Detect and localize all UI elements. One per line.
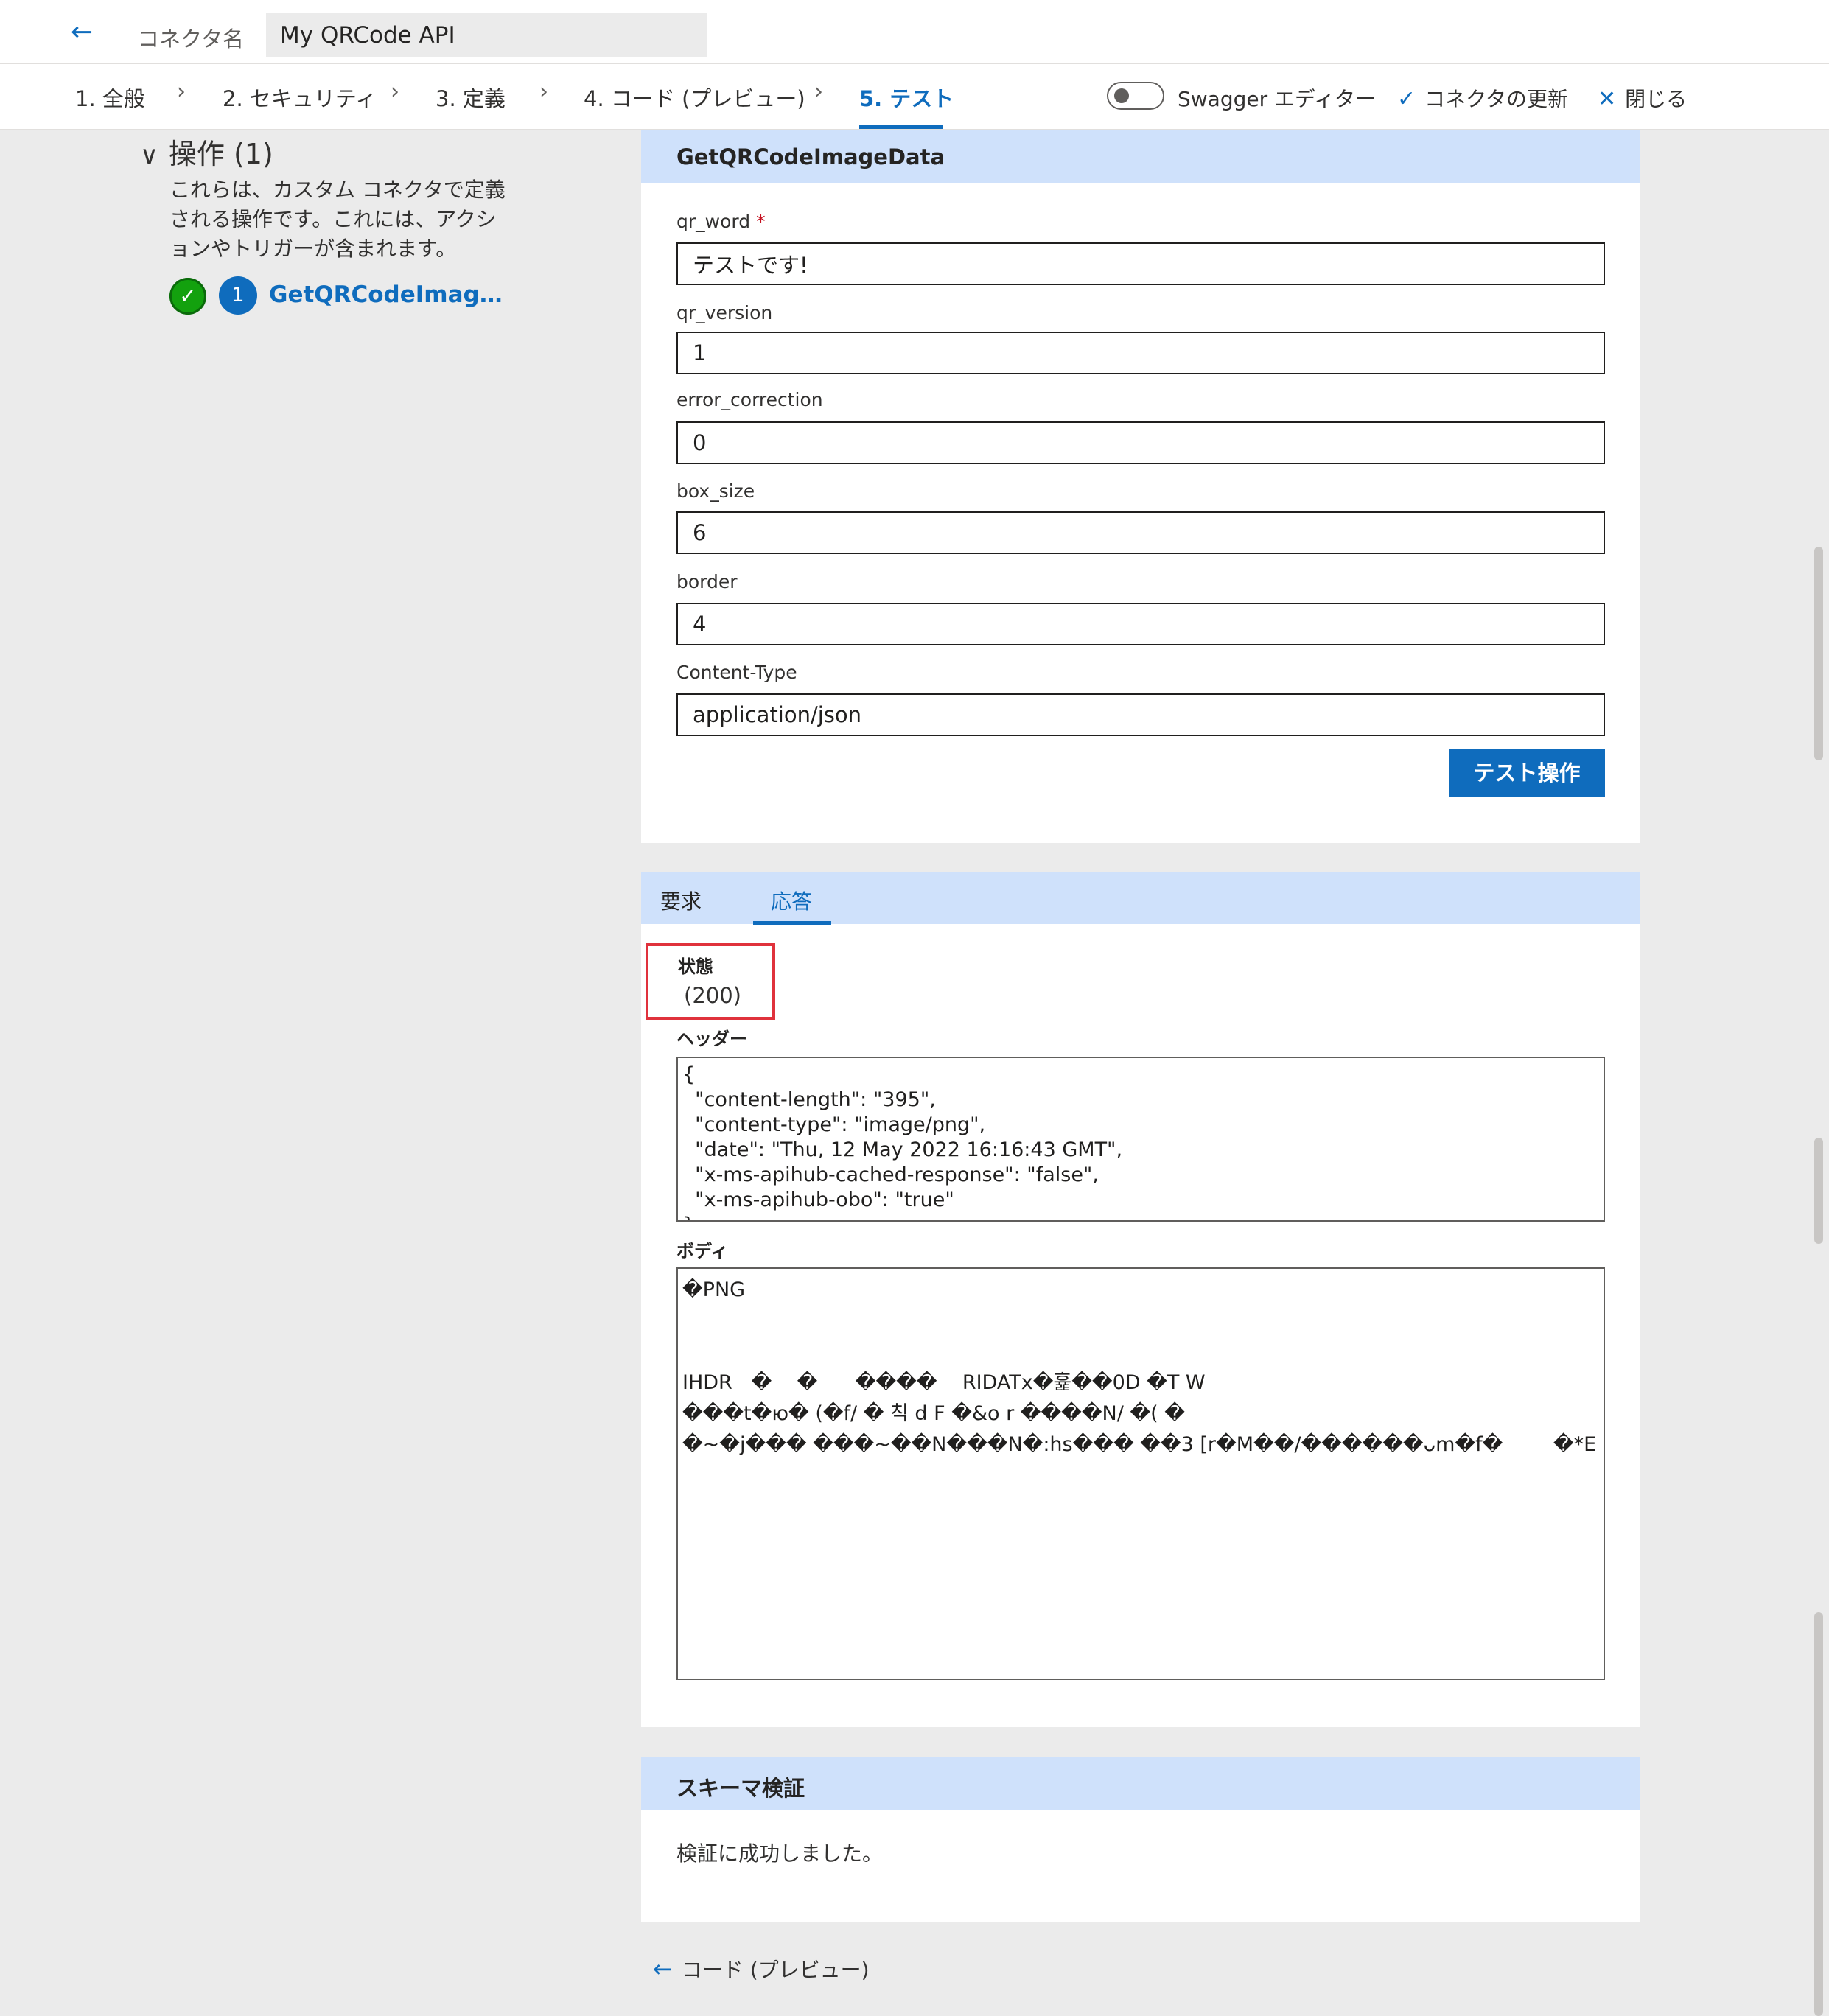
tab-response[interactable]: 応答 xyxy=(771,886,812,915)
status-value: (200) xyxy=(684,983,741,1008)
operations-description: これらは、カスタム コネクタで定義される操作です。これには、アクションやトリガー… xyxy=(169,178,506,261)
update-connector-label: コネクタの更新 xyxy=(1424,87,1569,111)
operation-title: GetQRCodeImageData xyxy=(676,144,945,169)
response-tabs: 要求 応答 xyxy=(641,872,1640,925)
back-arrow-icon[interactable]: ← xyxy=(71,18,100,47)
step-definition[interactable]: 3. 定義 xyxy=(436,82,506,113)
required-marker: * xyxy=(756,211,766,232)
operations-heading-text: 操作 (1) xyxy=(168,138,273,170)
status-label: 状態 xyxy=(678,956,713,977)
active-tab-indicator xyxy=(753,921,831,925)
active-step-indicator xyxy=(859,125,943,129)
card-header: GetQRCodeImageData xyxy=(641,130,1640,183)
response-card: 要求 応答 状態 (200) ヘッダー { "content-length": … xyxy=(641,872,1640,1727)
field-label-border: border xyxy=(676,571,738,592)
schema-header: スキーマ検証 xyxy=(641,1757,1640,1810)
close-label: 閉じる xyxy=(1625,87,1688,111)
schema-message: 検証に成功しました。 xyxy=(676,1841,884,1866)
test-operation-button[interactable]: テスト操作 xyxy=(1449,749,1605,797)
tab-request[interactable]: 要求 xyxy=(660,886,702,915)
chevron-right-icon: › xyxy=(814,79,823,105)
field-label-content-type: Content-Type xyxy=(676,662,797,683)
scrollbar-thumb[interactable] xyxy=(1814,1138,1823,1244)
body-text: �PNG IHDR � � ���� RIDATx�흁��0D �T W ���… xyxy=(682,1278,1597,1456)
border-input[interactable] xyxy=(676,603,1605,645)
close-icon: ✕ xyxy=(1598,86,1617,112)
success-check-icon: ✓ xyxy=(169,278,206,315)
error-correction-input[interactable] xyxy=(676,421,1605,464)
swagger-editor-toggle[interactable] xyxy=(1107,82,1164,110)
headers-text: { "content-length": "395", "content-type… xyxy=(682,1063,1123,1220)
scrollbar-thumb[interactable] xyxy=(1814,1612,1823,2016)
swagger-editor-label[interactable]: Swagger エディター xyxy=(1178,83,1376,113)
chevron-right-icon: › xyxy=(539,79,548,105)
operation-number-badge: 1 xyxy=(219,276,257,315)
content-type-input[interactable] xyxy=(676,693,1605,736)
field-label-box-size: box_size xyxy=(676,480,755,502)
qr-word-input[interactable] xyxy=(676,242,1605,285)
chevron-right-icon: › xyxy=(391,79,399,105)
headers-label: ヘッダー xyxy=(676,1029,747,1049)
test-operation-card: GetQRCodeImageData qr_word * qr_version … xyxy=(641,130,1640,843)
close-button[interactable]: ✕ 閉じる xyxy=(1598,83,1687,113)
back-arrow-icon: ← xyxy=(653,1955,673,1983)
connector-name-input[interactable] xyxy=(266,13,707,57)
operations-heading[interactable]: ∨ 操作 (1) xyxy=(140,131,273,172)
toggle-knob xyxy=(1114,88,1129,103)
back-to-code-preview-link[interactable]: ← コード (プレビュー) xyxy=(653,1954,870,1984)
body-label: ボディ xyxy=(676,1241,729,1261)
chevron-down-icon: ∨ xyxy=(140,141,158,170)
wizard-steps: 1. 全般 › 2. セキュリティ › 3. 定義 › 4. コード (プレビュ… xyxy=(0,64,1829,130)
scrollbar-thumb[interactable] xyxy=(1814,547,1823,760)
field-label-qr-word: qr_word * xyxy=(676,211,766,232)
step-code-preview[interactable]: 4. コード (プレビュー) xyxy=(584,82,805,113)
chevron-right-icon: › xyxy=(177,79,186,105)
field-label-qr-version: qr_version xyxy=(676,302,773,323)
headers-textarea[interactable]: { "content-length": "395", "content-type… xyxy=(676,1057,1605,1222)
step-general[interactable]: 1. 全般 xyxy=(75,82,145,113)
connector-name-label: コネクタ名 xyxy=(138,27,244,52)
box-size-input[interactable] xyxy=(676,511,1605,554)
top-bar: ← コネクタ名 xyxy=(0,0,1829,64)
schema-title: スキーマ検証 xyxy=(676,1776,805,1801)
checkmark-icon: ✓ xyxy=(1397,86,1416,112)
update-connector-button[interactable]: ✓ コネクタの更新 xyxy=(1397,83,1568,113)
step-test[interactable]: 5. テスト xyxy=(859,82,954,113)
step-security[interactable]: 2. セキュリティ xyxy=(223,82,377,113)
body-textarea[interactable]: �PNG IHDR � � ���� RIDATx�흁��0D �T W ���… xyxy=(676,1267,1605,1680)
operation-link[interactable]: GetQRCodeImag… xyxy=(269,281,503,308)
field-label-error-correction: error_correction xyxy=(676,389,823,410)
back-link-label: コード (プレビュー) xyxy=(681,1958,870,1982)
qr-version-input[interactable] xyxy=(676,332,1605,374)
schema-validation-card: スキーマ検証 検証に成功しました。 xyxy=(641,1757,1640,1922)
